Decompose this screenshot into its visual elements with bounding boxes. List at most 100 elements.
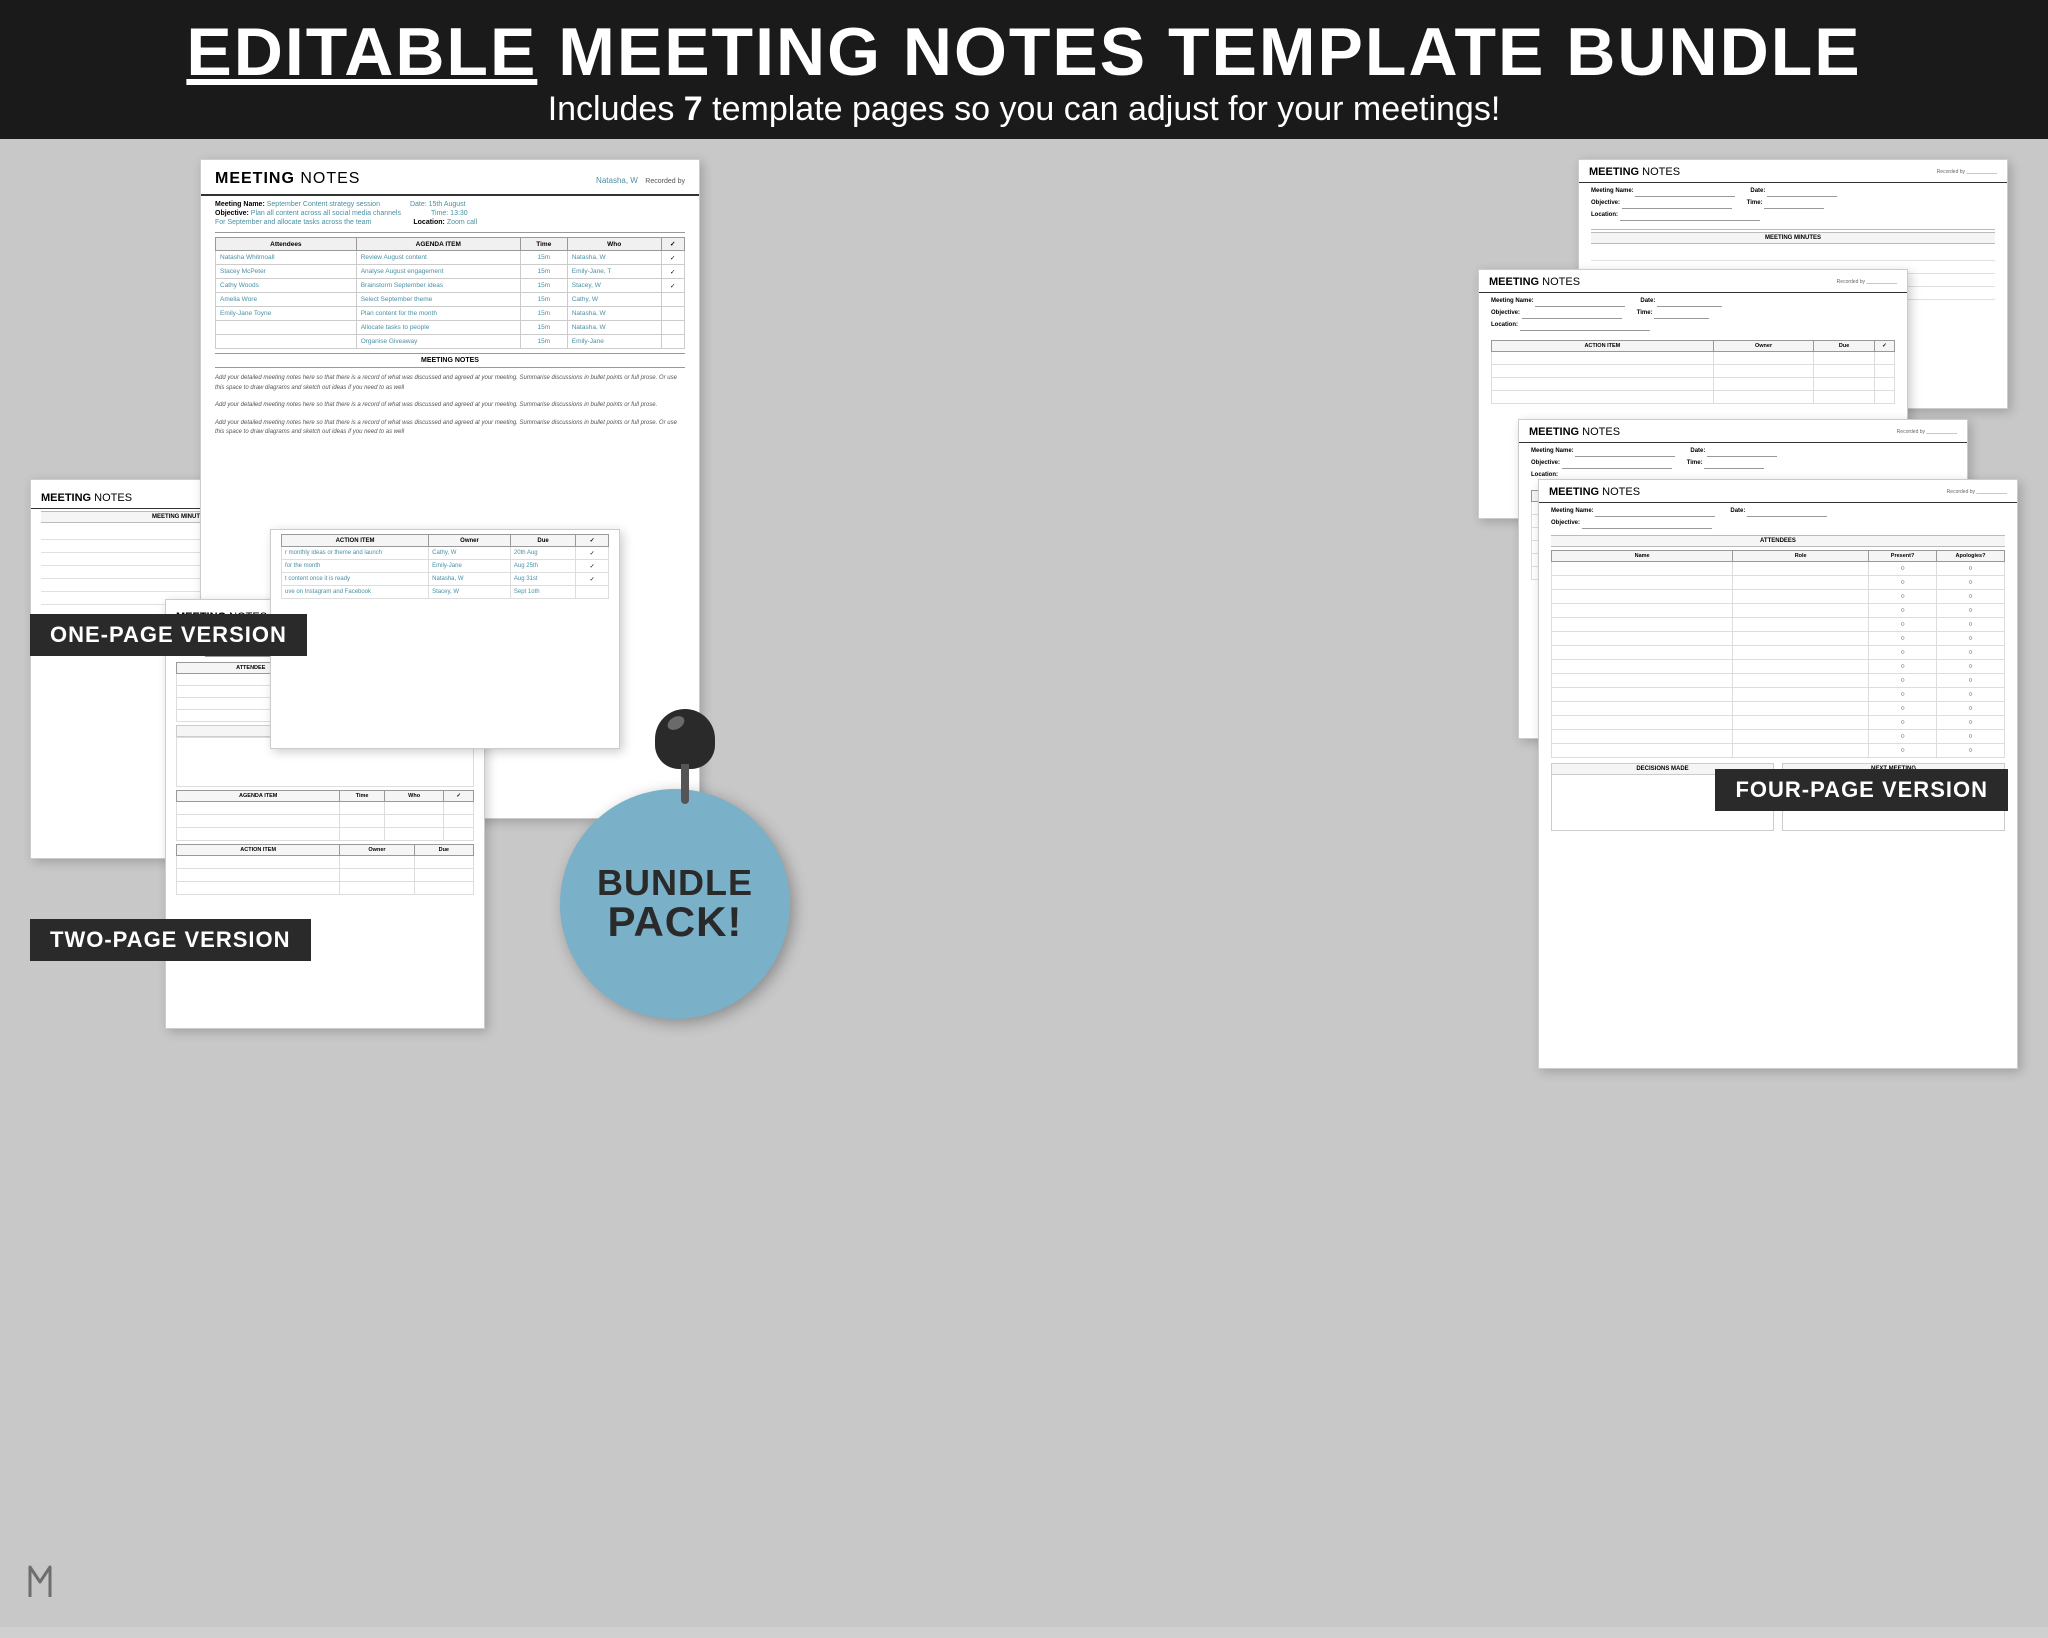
location-label: Location:: [413, 219, 446, 226]
info-row1: Meeting Name: September Content strategy…: [215, 201, 685, 208]
attendees-header: Attendees: [216, 238, 357, 251]
attendee-row: ○○: [1552, 632, 2005, 646]
time-2: 15m: [520, 265, 567, 279]
owner-col: Owner: [340, 845, 414, 856]
attendee-row: ○○: [1552, 702, 2005, 716]
notes-text-2: Add your detailed meeting notes here so …: [215, 401, 685, 411]
attendee-row: ○○: [1552, 604, 2005, 618]
meeting-name-label: Meeting Name:: [215, 201, 267, 208]
rt-row2: Objective: Time:: [1591, 200, 1995, 209]
rmt-header: MEETING NOTES Recorded by ___________: [1479, 270, 1907, 293]
attendee-row: ○○: [1552, 660, 2005, 674]
agenda-row: [177, 802, 474, 815]
action-owner-3: Natasha, W: [429, 573, 511, 586]
fp-name: Meeting Name:: [1551, 508, 1715, 517]
fp-row1: Meeting Name: Date:: [1551, 508, 2005, 517]
two-page-label: TWO-PAGE VERSION: [50, 927, 291, 952]
attendee-row: ○○: [1552, 590, 2005, 604]
agenda-item-5: Plan content for the month: [356, 307, 520, 321]
who-header: Who: [567, 238, 661, 251]
fp-attendees-header: ATTENDEES: [1551, 535, 2005, 547]
agenda-row: Organise Giveaway 15m Emily-Jane: [216, 335, 685, 349]
fp-title: MEETING NOTES: [1549, 486, 1640, 498]
action-check-1: ✓: [576, 547, 609, 560]
action-due-2: Aug 25th: [510, 560, 575, 573]
rmt-row2: Objective: Time:: [1491, 310, 1895, 319]
due-header: Due: [510, 535, 575, 547]
attendee-row: ○○: [1552, 618, 2005, 632]
rt-time: Time:: [1747, 200, 1825, 209]
time-1: 15m: [520, 251, 567, 265]
four-page-badge: FOUR-PAGE VERSION: [1715, 769, 2008, 811]
rt-header: MEETING NOTES Recorded by ___________: [1579, 160, 2007, 183]
check-col: ✓: [444, 791, 474, 802]
present-header: Present?: [1869, 551, 1937, 562]
action-item-4: uve on Instagram and Facebook: [282, 586, 429, 599]
bundle-line1: BUNDLE: [597, 865, 753, 901]
rmt-fields: Meeting Name: Date: Objective: Time: Loc…: [1479, 293, 1907, 337]
who-7: Emily-Jane: [567, 335, 661, 349]
action-row: [177, 869, 474, 882]
attendee-row: ○○: [1552, 688, 2005, 702]
agenda-item-1: Review August content: [356, 251, 520, 265]
agenda-col: AGENDA ITEM: [177, 791, 340, 802]
action-row: t content once it is ready Natasha, W Au…: [282, 573, 609, 586]
rmt-row3: Location:: [1491, 322, 1895, 331]
main-content: MEETING NOTES Natasha, W Recorded by Mee…: [0, 139, 2048, 1627]
name-header: Name: [1552, 551, 1733, 562]
agenda-row: Amelia Wore Select September theme 15m C…: [216, 293, 685, 307]
subtitle-number: 7: [684, 90, 703, 128]
time-field: Time: 13:30: [431, 210, 468, 217]
subtitle: Includes 7 template pages so you can adj…: [20, 90, 2028, 129]
action-item-3: t content once it is ready: [282, 573, 429, 586]
rm-obj: Objective:: [1531, 460, 1672, 469]
rmt-recorded: Recorded by ___________: [1837, 279, 1897, 285]
time-7: 15m: [520, 335, 567, 349]
bundle-pack-circle: BUNDLE PACK!: [560, 789, 790, 1019]
notes-text-1: Add your detailed meeting notes here so …: [215, 374, 685, 393]
agenda-row: [177, 828, 474, 841]
one-page-badge: ONE-PAGE VERSION: [30, 614, 307, 656]
check-6: [661, 321, 684, 335]
fp-fields: Meeting Name: Date: Objective:: [1539, 503, 2017, 532]
role-header: Role: [1733, 551, 1869, 562]
info-row2: Objective: Plan all content across all s…: [215, 210, 685, 217]
tp2a-title: MEETING NOTES: [41, 492, 132, 504]
time-4: 15m: [520, 293, 567, 307]
who-5: Natasha, W: [567, 307, 661, 321]
who-2: Emily-Jane, T: [567, 265, 661, 279]
attendee-row: ○○: [1552, 576, 2005, 590]
check-1: ✓: [661, 251, 684, 265]
agenda-item-3: Brainstorm September ideas: [356, 279, 520, 293]
agenda-row: Stacey McPeter Analyse August engagement…: [216, 265, 685, 279]
pushpin-shine: [665, 713, 687, 732]
rt-row3: Location:: [1591, 212, 1995, 221]
agenda-row: Emily-Jane Toyne Plan content for the mo…: [216, 307, 685, 321]
fp-date: Date:: [1730, 508, 1827, 517]
fp-obj: Objective:: [1551, 520, 1712, 529]
bundle-line2: PACK!: [608, 901, 743, 943]
rm-header: MEETING NOTES Recorded by ___________: [1519, 420, 1967, 443]
time-col: Time: [340, 791, 385, 802]
objective-field: Objective: Plan all content across all s…: [215, 210, 401, 217]
rmt-action-table: ACTION ITEM Owner Due ✓: [1491, 340, 1895, 404]
recorded-name: Natasha, W: [596, 176, 638, 185]
agenda-row: [177, 815, 474, 828]
agenda-row: Allocate tasks to people 15m Natasha, W: [216, 321, 685, 335]
rt-row1: Meeting Name: Date:: [1591, 188, 1995, 197]
tp2b-agenda-table: AGENDA ITEM Time Who ✓: [176, 790, 474, 841]
meeting-notes-section: MEETING NOTES: [215, 353, 685, 368]
attendee-6: [216, 321, 357, 335]
action-check-4: [576, 586, 609, 599]
attendee-row: ○○: [1552, 674, 2005, 688]
action-owner-2: Emily-Jane: [429, 560, 511, 573]
meeting-name-field: Meeting Name: September Content strategy…: [215, 201, 380, 208]
check-5: [661, 307, 684, 321]
pushpin-head: [655, 709, 715, 769]
tp2b-action-table: ACTION ITEM Owner Due: [176, 844, 474, 895]
check-header: ✓: [1874, 341, 1894, 352]
check-header: ✓: [576, 535, 609, 547]
objective-cont: For September and allocate tasks across …: [215, 219, 371, 226]
rt-recorded: Recorded by ___________: [1937, 169, 1997, 175]
rt-title: MEETING NOTES: [1589, 166, 1680, 178]
